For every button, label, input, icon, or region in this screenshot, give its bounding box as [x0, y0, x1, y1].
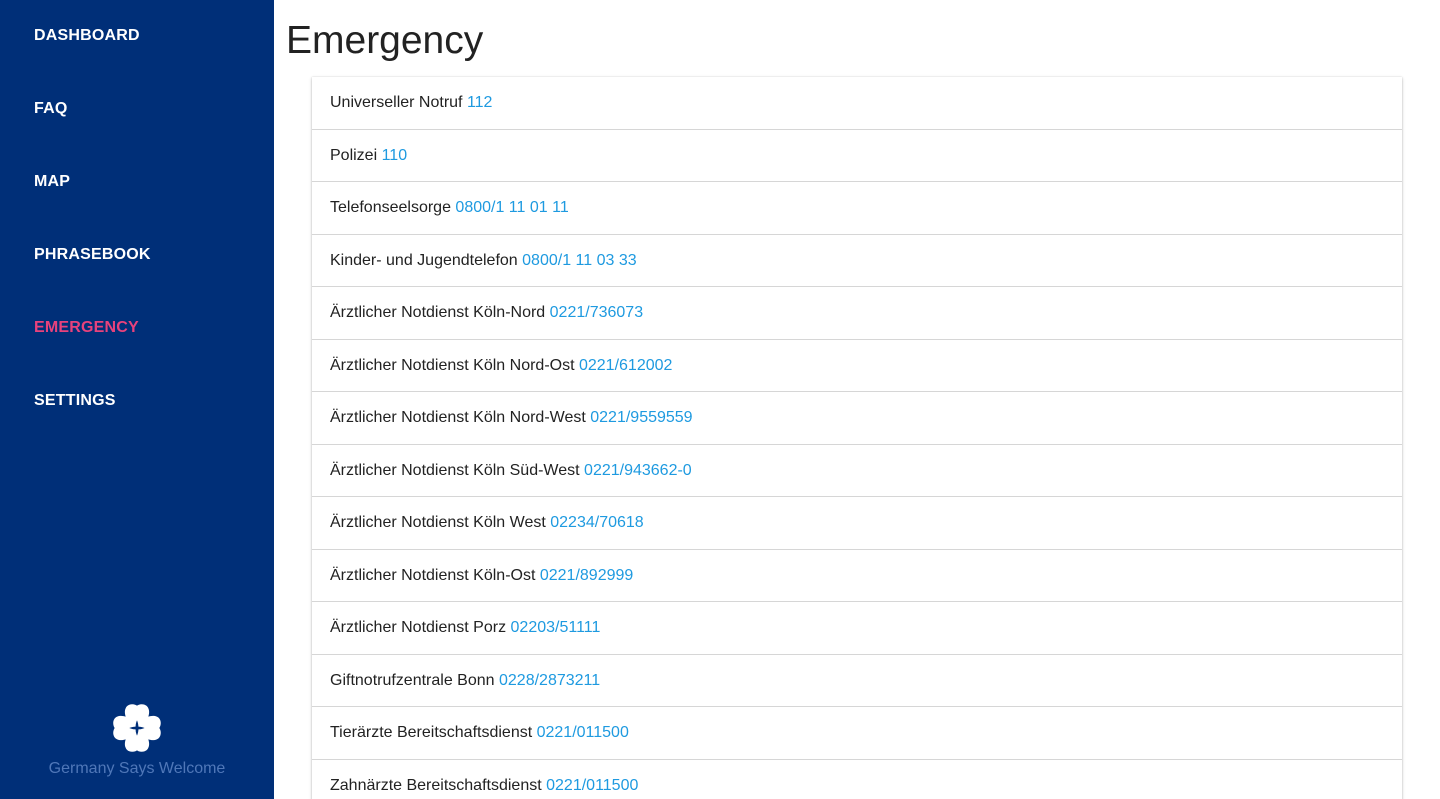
- brand-name: Germany Says Welcome: [48, 760, 226, 777]
- nav-item-emergency[interactable]: EMERGENCY: [34, 316, 139, 340]
- contact-row: Universeller Notruf 112: [312, 77, 1402, 130]
- brand[interactable]: Germany Says Welcome: [0, 700, 274, 778]
- contact-name: Ärztlicher Notdienst Köln Nord-West: [330, 409, 586, 426]
- page-title: Emergency: [286, 19, 484, 62]
- contact-row: Ärztlicher Notdienst Köln-Nord 0221/7360…: [312, 287, 1402, 340]
- nav-item-phrasebook[interactable]: PHRASEBOOK: [34, 243, 151, 267]
- contact-name: Ärztlicher Notdienst Köln-Ost: [330, 566, 536, 584]
- contact-number-link[interactable]: 0221/943662-0: [584, 462, 692, 479]
- contact-row: Ärztlicher Notdienst Köln Süd-West 0221/…: [312, 445, 1402, 497]
- contact-number-link[interactable]: 0221/011500: [537, 724, 629, 741]
- contact-row: Telefonseelsorge 0800/1 11 01 11: [312, 182, 1402, 235]
- contact-name: Tierärzte Bereitschaftsdienst: [330, 724, 533, 741]
- contact-name: Universeller Notruf: [330, 94, 463, 111]
- contact-row: Ärztlicher Notdienst Köln Nord-West 0221…: [312, 392, 1402, 445]
- contact-number-link[interactable]: 0221/9559559: [590, 409, 692, 426]
- contact-name: Ärztlicher Notdienst Porz: [330, 619, 507, 636]
- contact-number-link[interactable]: 0221/736073: [550, 304, 643, 321]
- contact-row: Tierärzte Bereitschaftsdienst 0221/01150…: [312, 707, 1402, 760]
- contact-number-link[interactable]: 0221/612002: [579, 357, 672, 374]
- contact-name: Ärztlicher Notdienst Köln-Nord: [330, 304, 546, 321]
- contact-name: Ärztlicher Notdienst Köln Süd-West: [330, 461, 580, 479]
- contact-name: Kinder- und Jugendtelefon: [330, 251, 518, 269]
- contact-name: Zahnärzte Bereitschaftsdienst: [330, 776, 542, 794]
- main-content: Emergency Universeller Notruf 112 Polize…: [274, 0, 1440, 799]
- contact-number-link[interactable]: 110: [382, 147, 408, 164]
- contact-number-link[interactable]: 0800/1 11 01 11: [455, 199, 568, 216]
- contact-number-link[interactable]: 02234/70618: [550, 514, 643, 531]
- app: DASHBOARD FAQ MAP PHRASEBOOK EMERGENCY S…: [0, 0, 1440, 799]
- contact-name: Ärztlicher Notdienst Köln West: [330, 514, 546, 531]
- contact-number-link[interactable]: 0800/1 11 03 33: [522, 252, 636, 269]
- contact-row: Kinder- und Jugendtelefon 0800/1 11 03 3…: [312, 235, 1402, 287]
- nav-item-settings[interactable]: SETTINGS: [34, 389, 116, 413]
- contact-row: Zahnärzte Bereitschaftsdienst 0221/01150…: [312, 760, 1402, 799]
- contact-row: Ärztlicher Notdienst Köln-Ost 0221/89299…: [312, 550, 1402, 602]
- nav-item-dashboard[interactable]: DASHBOARD: [34, 24, 140, 48]
- contact-row: Ärztlicher Notdienst Köln West 02234/706…: [312, 497, 1402, 550]
- contact-number-link[interactable]: 0228/2873211: [499, 672, 600, 689]
- contact-name: Telefonseelsorge: [330, 199, 451, 216]
- contact-name: Polizei: [330, 146, 378, 164]
- contact-row: Ärztlicher Notdienst Köln Nord-Ost 0221/…: [312, 340, 1402, 392]
- contact-number-link[interactable]: 02203/51111: [511, 619, 601, 636]
- contact-row: Polizei 110: [312, 130, 1402, 182]
- contact-number-link[interactable]: 112: [467, 94, 493, 111]
- contact-name: Giftnotrufzentrale Bonn: [330, 671, 495, 689]
- contact-name: Ärztlicher Notdienst Köln Nord-Ost: [330, 356, 575, 374]
- nav-item-faq[interactable]: FAQ: [34, 97, 68, 121]
- contact-row: Ärztlicher Notdienst Porz 02203/51111: [312, 602, 1402, 655]
- emergency-contact-list: Universeller Notruf 112 Polizei 110 Tele…: [312, 77, 1402, 799]
- contact-row: Giftnotrufzentrale Bonn 0228/2873211: [312, 655, 1402, 707]
- clover-heart-icon: [113, 704, 161, 752]
- contact-number-link[interactable]: 0221/892999: [540, 567, 633, 584]
- sidebar: DASHBOARD FAQ MAP PHRASEBOOK EMERGENCY S…: [0, 0, 274, 799]
- nav-item-map[interactable]: MAP: [34, 170, 70, 194]
- contact-number-link[interactable]: 0221/011500: [546, 777, 638, 794]
